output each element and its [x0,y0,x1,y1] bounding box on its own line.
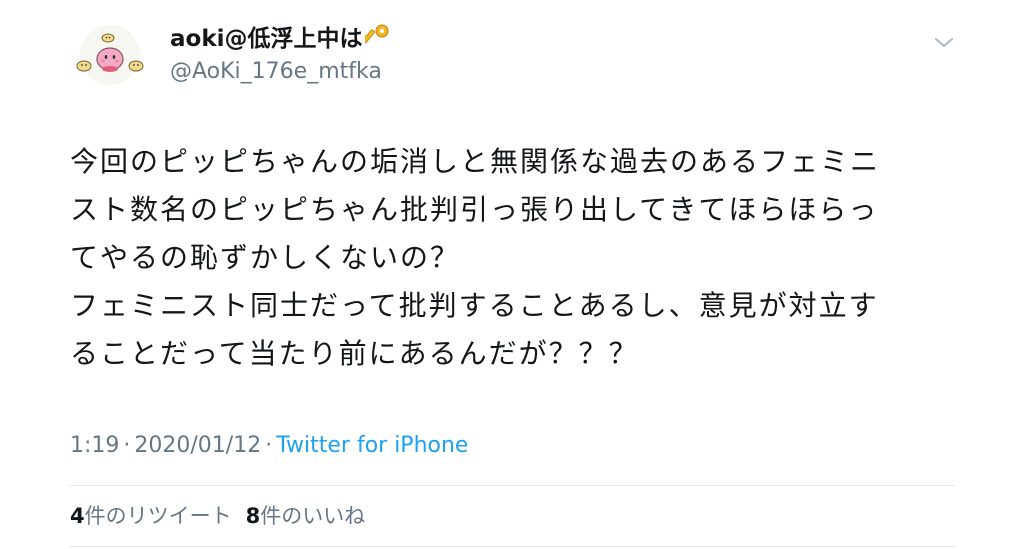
retweet-stat[interactable]: 4件のリツイート [70,504,232,528]
like-count: 8 [245,504,261,528]
tweet-meta: 1:19 · 2020/01/12 · Twitter for iPhone [70,430,468,462]
tweet-date[interactable]: 2020/01/12 [134,433,261,458]
key-icon [364,24,389,44]
retweet-count: 4 [70,504,85,528]
meta-separator: · [123,433,131,458]
user-handle[interactable]: @AoKi_176e_mtfka [170,57,391,87]
meta-separator-2: · [265,433,273,458]
divider [70,485,955,486]
tweet-source-link[interactable]: Twitter for iPhone [276,433,468,458]
tweet-text: 今回のピッピちゃんの垢消しと無関係な過去のあるフェミニ スト数名のピッピちゃん批… [70,145,881,370]
display-name-text[interactable]: aoki@低浮上中は [170,26,363,52]
display-name[interactable]: aoki@低浮上中は [170,23,391,54]
like-label: 件のいいね [260,504,366,528]
chevron-down-icon[interactable] [932,34,956,52]
retweet-label: 件のリツイート [84,504,232,528]
tweet-stats: 4件のリツイート 8件のいいね [70,500,365,532]
tweet-time[interactable]: 1:19 [70,433,119,458]
tweet-card: aoki@低浮上中は @AoKi_176e_mtfka 今回のピッピちゃんの垢消… [0,0,1024,549]
avatar[interactable] [68,22,152,92]
divider-bottom [70,546,955,547]
like-stat[interactable]: 8件のいいね [246,504,366,528]
user-info[interactable]: aoki@低浮上中は @AoKi_176e_mtfka [170,23,391,87]
